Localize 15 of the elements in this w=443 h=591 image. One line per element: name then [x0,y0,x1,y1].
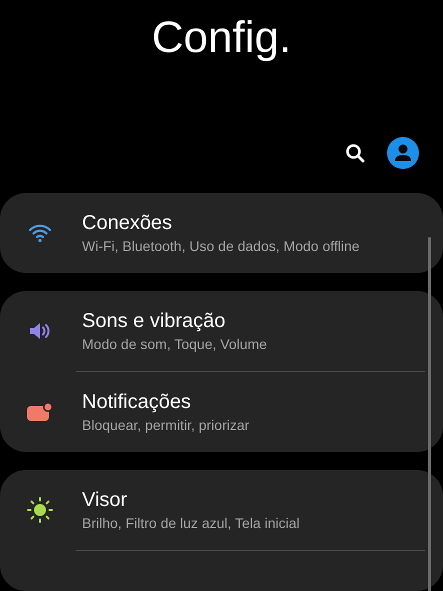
item-subtitle: Brilho, Filtro de luz azul, Tela inicial [82,514,300,533]
page-title: Config. [152,12,292,64]
item-subtitle: Modo de som, Toque, Volume [82,335,267,354]
account-button[interactable] [387,136,419,169]
item-title: Conexões [82,211,174,236]
item-title: Visor [82,488,128,513]
item-subtitle: Bloquear, permitir, priorizar [82,416,250,435]
settings-item[interactable]: Sons e vibração Modo de som, Toque, Volume [0,291,443,371]
settings-item[interactable]: Visor Brilho, Filtro de luz azul, Tela inicial [0,470,443,550]
settings-item[interactable]: Conexões Wi-Fi, Bluetooth, Uso de dados, Modo offline [0,193,443,273]
settings-item[interactable]: Notificações Bloquear, permitir, priorizar [0,372,443,452]
item-title: Sons e vibração [82,309,226,334]
item-subtitle: Wi-Fi, Bluetooth, Uso de dados, Modo offline [82,237,360,256]
search-icon [345,142,365,163]
item-title: Notificações [82,390,192,415]
